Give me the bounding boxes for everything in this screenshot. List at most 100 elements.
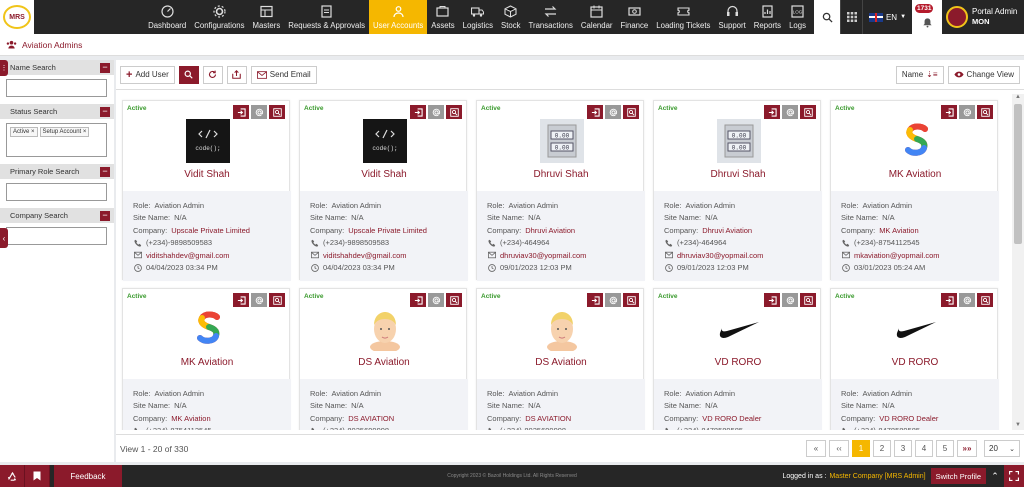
email-user-button[interactable] [782,293,798,307]
user-name[interactable]: MK Aviation [123,357,291,368]
nav-item-logistics[interactable]: Logistics [459,0,497,34]
company-search-input[interactable] [6,227,107,245]
nav-item-dashboard[interactable]: Dashboard [144,0,190,34]
user-card[interactable]: Active MK Aviation Role: Aviation Admin Site… [830,100,999,281]
view-profile-button[interactable] [269,293,285,307]
view-profile-button[interactable] [446,105,462,119]
name-search-input[interactable] [6,79,107,97]
scrollbar-thumb[interactable] [1014,104,1022,244]
page-button[interactable]: 1 [852,440,870,457]
nav-item-configurations[interactable]: Configurations [190,0,248,34]
user-name[interactable]: DS Aviation [300,357,468,368]
company-link[interactable]: Upscale Private Limited [171,226,250,235]
sidebar-menu-toggle[interactable]: ⋮ [0,60,8,76]
add-user-button[interactable]: + Add User [120,65,175,84]
email-user-button[interactable] [959,293,975,307]
status-tag[interactable]: Setup Account × [39,127,90,137]
first-page-button[interactable]: « [806,440,826,457]
user-name[interactable]: Dhruvi Shah [477,169,645,180]
email-user-button[interactable] [428,293,444,307]
company-link[interactable]: Dhruvi Aviation [525,226,575,235]
next-page-button[interactable]: »» [957,440,977,457]
email-user-button[interactable] [428,105,444,119]
user-name[interactable]: VD RORO [654,357,822,368]
user-name[interactable]: Dhruvi Shah [654,169,822,180]
company-link[interactable]: MK Aviation [879,226,918,235]
login-as-button[interactable] [410,293,426,307]
company-link[interactable]: VD RORO Dealer [702,414,761,423]
email-user-button[interactable] [605,293,621,307]
collapse-filter-button[interactable]: − [100,166,110,177]
company-link[interactable]: DS AVIATION [348,414,394,423]
primary-role-input[interactable] [6,183,107,201]
email-user-button[interactable] [782,105,798,119]
user-card[interactable]: Active code(); Vidit Shah Role: Aviation Adm… [299,100,468,281]
nav-item-assets[interactable]: Assets [427,0,458,34]
status-tag[interactable]: Active × [10,127,38,137]
email-user-button[interactable] [605,105,621,119]
sidebar-collapse-button[interactable]: ‹ [0,228,8,248]
user-card[interactable]: Active 0.00 0.00 Dhruvi Shah Role: Aviation A… [653,100,822,281]
login-as-button[interactable] [587,105,603,119]
notifications-button[interactable]: 1731 [912,0,942,34]
company-link[interactable]: Upscale Private Limited [348,226,427,235]
nav-item-calendar[interactable]: Calendar [577,0,617,34]
user-card[interactable]: Active MK Aviation Role: Aviation Admin Site… [122,288,291,430]
user-name[interactable]: MK Aviation [831,169,999,180]
view-profile-button[interactable] [977,105,993,119]
page-button[interactable]: 2 [873,440,891,457]
login-as-button[interactable] [764,105,780,119]
view-profile-button[interactable] [269,105,285,119]
company-logo[interactable]: MRS [0,0,35,34]
email-user-button[interactable] [959,105,975,119]
nav-item-masters[interactable]: Masters [249,0,285,34]
nav-item-requests-approvals[interactable]: Requests & Approvals [284,0,369,34]
sort-by-name-button[interactable]: Name ⇣≡ [895,65,944,84]
nav-item-support[interactable]: Support [714,0,749,34]
user-name[interactable]: Vidit Shah [300,169,468,180]
change-view-button[interactable]: Change View [947,65,1020,84]
page-button[interactable]: 4 [915,440,933,457]
company-link[interactable]: VD RORO Dealer [879,414,938,423]
email-link[interactable]: viditshahdev@gmail.com [146,251,229,260]
apps-grid-button[interactable] [840,0,862,34]
user-card[interactable]: Active 0.00 0.00 Dhruvi Shah Role: Aviation A… [476,100,645,281]
collapse-filter-button[interactable]: − [100,62,110,73]
collapse-filter-button[interactable]: − [100,210,110,221]
send-email-button[interactable]: Send Email [250,65,317,84]
nav-item-loading-tickets[interactable]: Loading Tickets [652,0,714,34]
company-link[interactable]: Dhruvi Aviation [702,226,752,235]
user-card[interactable]: Active VD RORO Role: Aviation Admin Site Nam… [653,288,822,430]
user-card[interactable]: Active DS Aviation Role: Aviation Admin Site… [476,288,645,430]
email-link[interactable]: viditshahdev@gmail.com [323,251,406,260]
nav-item-stock[interactable]: Stock [497,0,525,34]
email-user-button[interactable] [251,105,267,119]
email-user-button[interactable] [251,293,267,307]
user-card[interactable]: Active code(); Vidit Shah Role: Aviation Adm… [122,100,291,281]
email-link[interactable]: mkaviation@yopmail.com [854,251,940,260]
refresh-button[interactable] [202,65,223,84]
login-as-button[interactable] [941,293,957,307]
language-selector[interactable]: EN ▼ [862,0,912,34]
company-link[interactable]: DS AVIATION [525,414,571,423]
login-as-button[interactable] [941,105,957,119]
user-name[interactable]: DS Aviation [477,357,645,368]
export-button[interactable] [226,65,247,84]
per-page-select[interactable]: 20 ⌄ [984,440,1020,457]
nav-item-transactions[interactable]: Transactions [525,0,577,34]
company-link[interactable]: MK Aviation [171,414,210,423]
user-card[interactable]: Active VD RORO Role: Aviation Admin Site Nam… [830,288,999,430]
user-name[interactable]: Vidit Shah [123,169,291,180]
scroll-down-arrow[interactable]: ▼ [1014,422,1022,430]
view-profile-button[interactable] [623,105,639,119]
nav-item-finance[interactable]: Finance [617,0,653,34]
nav-item-logs[interactable]: LOG Logs [785,0,810,34]
login-as-button[interactable] [233,293,249,307]
login-as-button[interactable] [233,105,249,119]
nav-item-user-accounts[interactable]: User Accounts [368,0,428,34]
profile-menu[interactable]: Portal Admin MON [942,0,1024,34]
email-link[interactable]: dhruviav30@yopmail.com [500,251,586,260]
scroll-up-arrow[interactable]: ▲ [1014,94,1022,102]
view-profile-button[interactable] [623,293,639,307]
page-button[interactable]: 5 [936,440,954,457]
